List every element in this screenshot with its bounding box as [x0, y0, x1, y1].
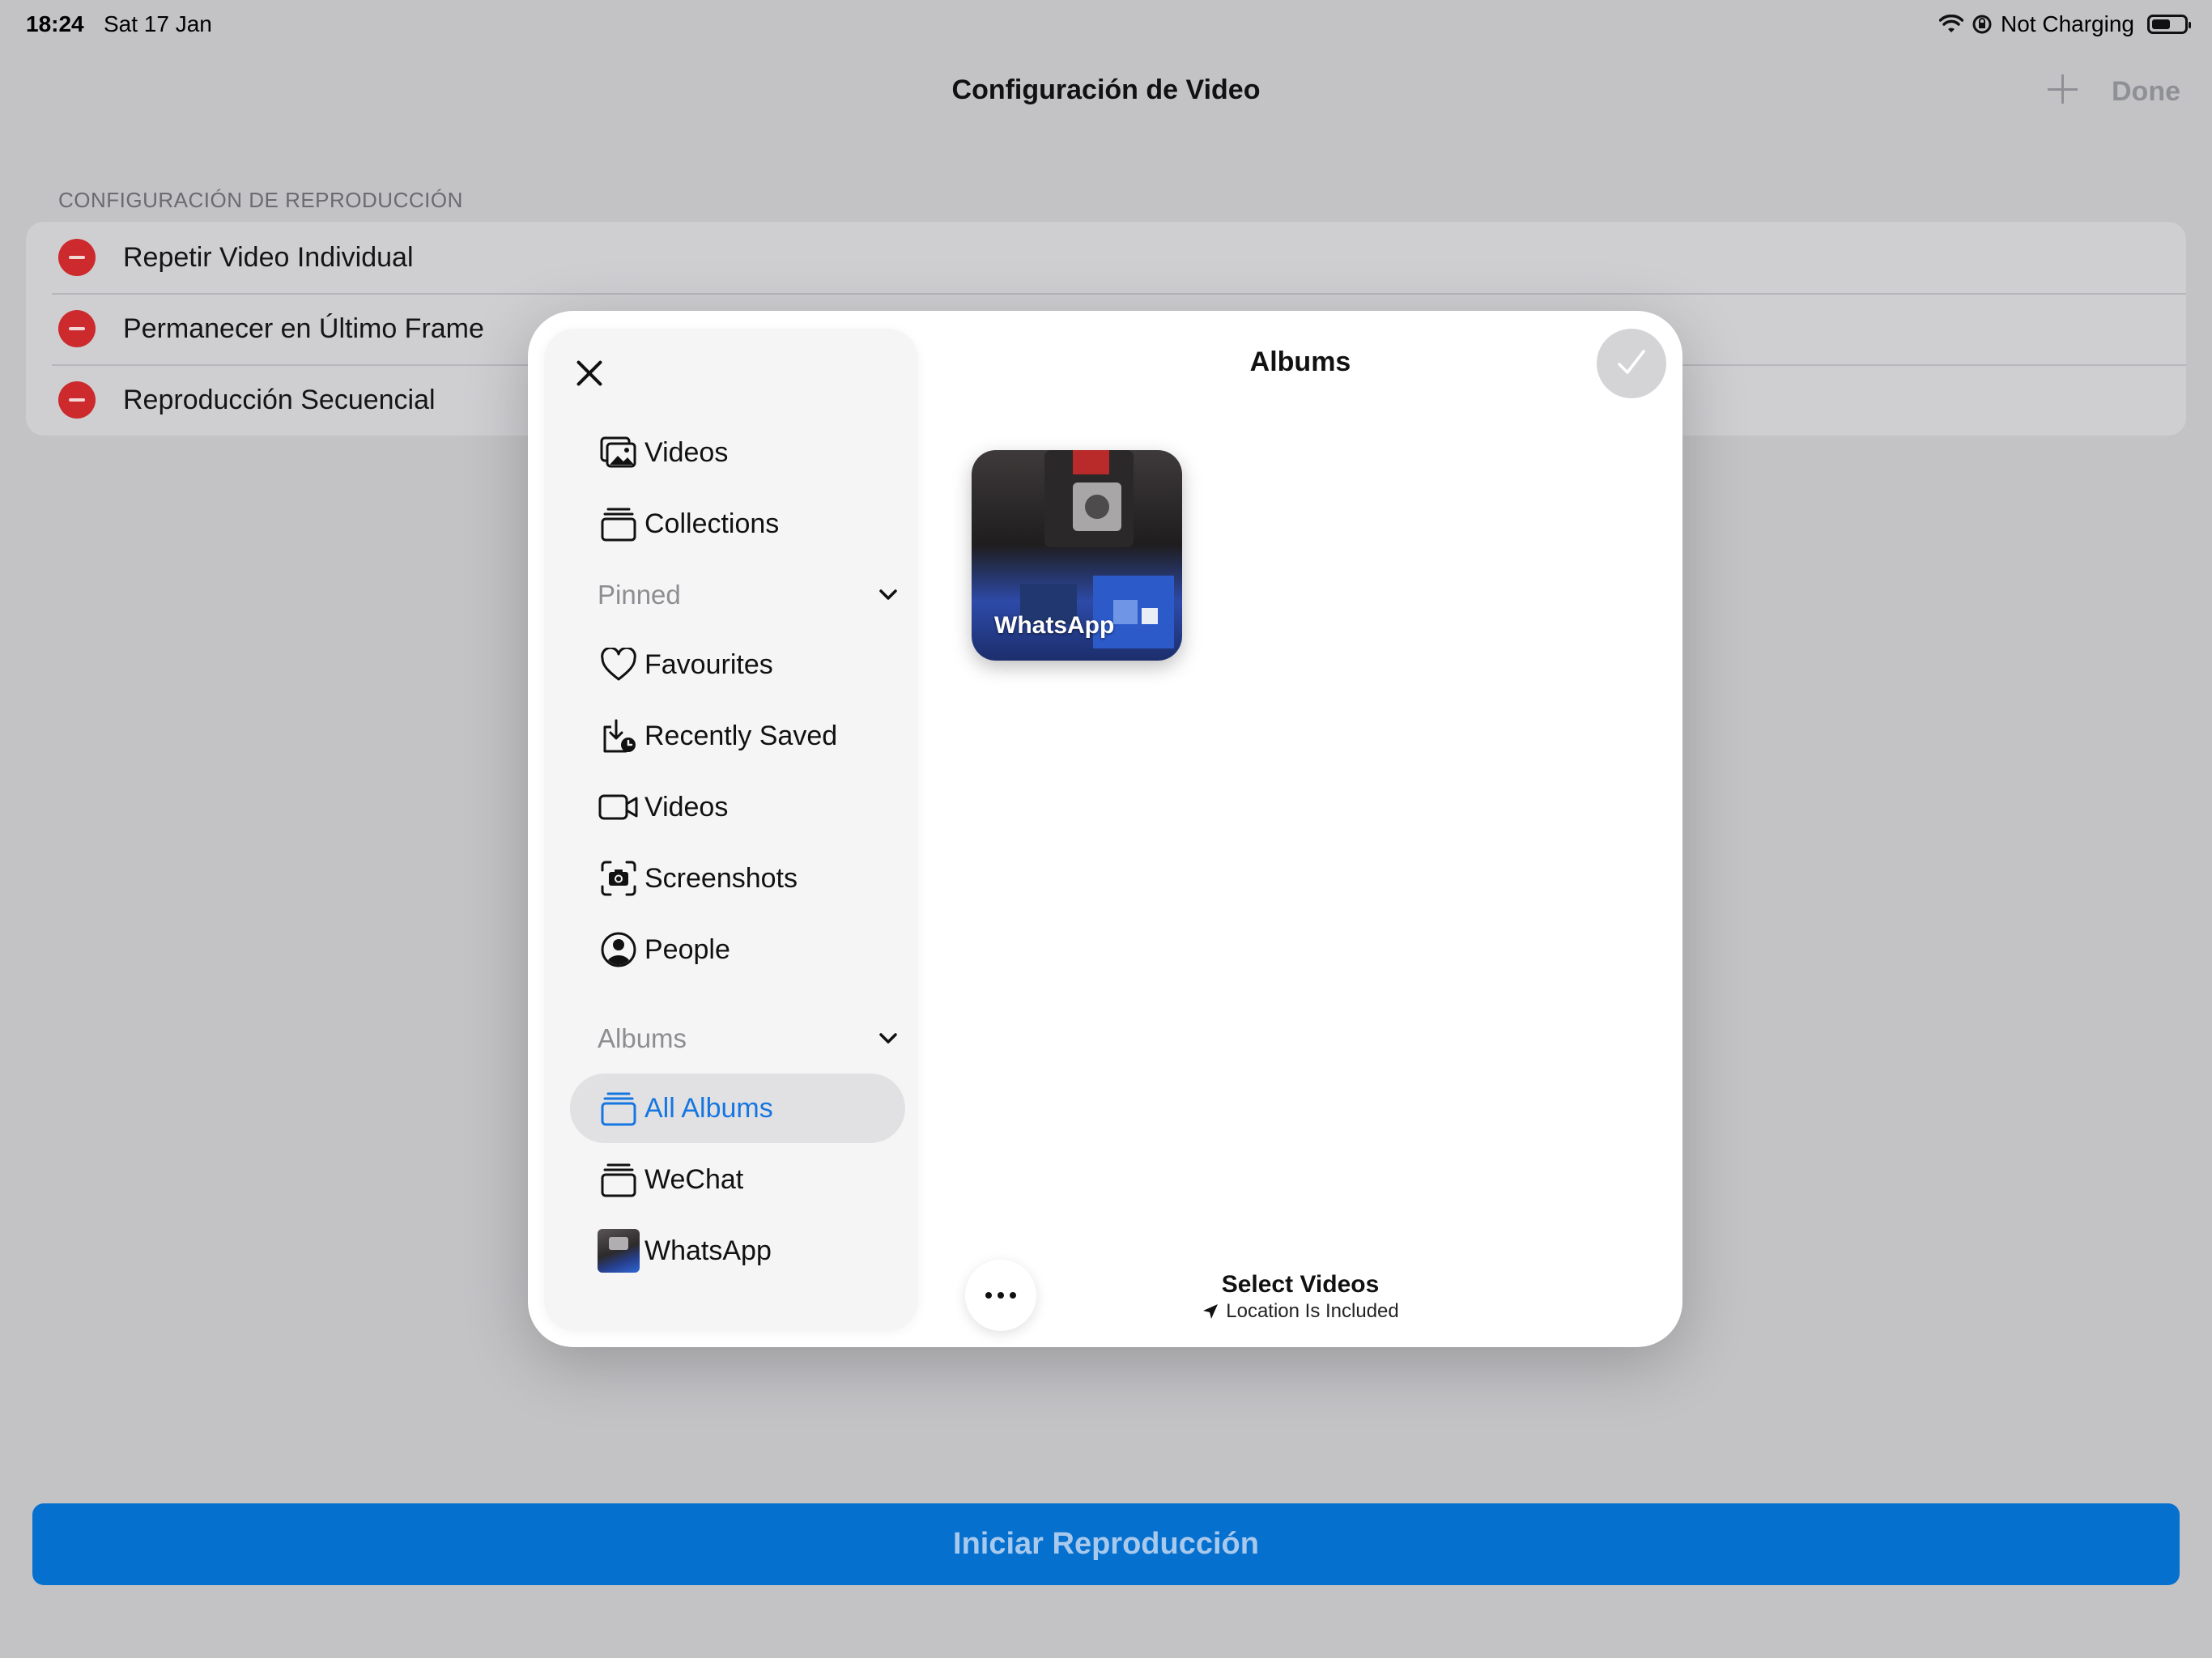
- sidebar-item-label: WhatsApp: [644, 1235, 772, 1266]
- sidebar-item-label: People: [644, 933, 730, 965]
- chevron-down-icon[interactable]: [876, 1027, 900, 1051]
- setting-label: Reproducción Secuencial: [123, 384, 436, 415]
- screen: 18:24 Sat 17 Jan Not Charging Configurac…: [0, 0, 2212, 1658]
- sidebar-item-label: Recently Saved: [644, 720, 838, 751]
- sidebar-item-collections[interactable]: Collections: [570, 489, 905, 559]
- minus-circle-icon[interactable]: [58, 239, 96, 276]
- stack-icon: [598, 1087, 640, 1129]
- album-thumbnail-image: [598, 1229, 640, 1273]
- status-date: Sat 17 Jan: [104, 11, 212, 36]
- sidebar-item-label: Screenshots: [644, 862, 798, 894]
- page-title: Configuración de Video: [951, 74, 1261, 105]
- status-time: 18:24: [26, 11, 84, 36]
- confirm-button[interactable]: [1597, 329, 1666, 398]
- download-clock-icon: [598, 715, 640, 757]
- setting-label: Permanecer en Último Frame: [123, 312, 484, 344]
- done-button[interactable]: Done: [2112, 76, 2180, 108]
- sidebar-item-label: All Albums: [644, 1092, 773, 1124]
- setting-row-repeat[interactable]: Repetir Video Individual: [26, 222, 2186, 293]
- album-tile-whatsapp[interactable]: WhatsApp: [972, 450, 1182, 661]
- wifi-icon: [1939, 15, 1964, 32]
- sidebar-item-label: Favourites: [644, 648, 773, 680]
- start-playback-button[interactable]: Iniciar Reproducción: [32, 1503, 2180, 1585]
- sidebar-item-whatsapp[interactable]: WhatsApp: [570, 1216, 905, 1286]
- album-thumbnail: [598, 1229, 640, 1273]
- albums-header[interactable]: Albums: [598, 1023, 687, 1054]
- location-arrow-icon: [1203, 1304, 1219, 1319]
- video-camera-icon: [598, 786, 640, 828]
- picker-title: Albums: [1249, 346, 1351, 377]
- orientation-lock-icon: [1972, 15, 1992, 34]
- close-icon[interactable]: [567, 350, 612, 395]
- sidebar-item-all-albums[interactable]: All Albums: [570, 1073, 905, 1143]
- stack-icon: [598, 1158, 640, 1201]
- location-text: Location Is Included: [1226, 1300, 1399, 1322]
- sidebar-item-videos[interactable]: Videos: [570, 418, 905, 487]
- album-tile-label: WhatsApp: [994, 612, 1115, 639]
- battery-status-text: Not Charging: [2001, 11, 2134, 36]
- selection-prompt: Select Videos: [1221, 1271, 1380, 1298]
- minus-circle-icon[interactable]: [58, 310, 96, 347]
- chevron-down-icon[interactable]: [876, 583, 900, 607]
- pinned-header[interactable]: Pinned: [598, 580, 681, 610]
- screenshot-icon: [598, 857, 640, 899]
- stack-icon: [598, 503, 640, 545]
- sidebar-item-screenshots[interactable]: Screenshots: [570, 844, 905, 913]
- plus-icon[interactable]: [2045, 71, 2081, 107]
- person-circle-icon: [598, 929, 640, 971]
- sidebar-item-label: Videos: [644, 436, 729, 468]
- heart-icon: [598, 644, 640, 686]
- picker-sidebar: Videos Collections Pinned Favourites Rec…: [544, 329, 918, 1331]
- status-indicators: Not Charging: [1939, 11, 2191, 37]
- sidebar-item-label: Collections: [644, 508, 780, 539]
- sidebar-item-favourites[interactable]: Favourites: [570, 630, 905, 699]
- photo-library-icon: [598, 432, 640, 474]
- sidebar-item-wechat[interactable]: WeChat: [570, 1145, 905, 1214]
- sidebar-item-label: WeChat: [644, 1163, 744, 1195]
- minus-circle-icon[interactable]: [58, 381, 96, 419]
- sidebar-item-label: Videos: [644, 791, 729, 823]
- sidebar-item-people[interactable]: People: [570, 915, 905, 984]
- album-picker-modal: Videos Collections Pinned Favourites Rec…: [528, 311, 1682, 1347]
- checkmark-icon: [1618, 350, 1645, 374]
- sidebar-item-recently-saved[interactable]: Recently Saved: [570, 701, 905, 771]
- status-bar: 18:24 Sat 17 Jan Not Charging: [0, 0, 2212, 52]
- sidebar-item-pinned-videos[interactable]: Videos: [570, 772, 905, 842]
- setting-label: Repetir Video Individual: [123, 241, 414, 273]
- section-header: CONFIGURACIÓN DE REPRODUCCIÓN: [58, 188, 463, 212]
- battery-icon: [2147, 15, 2191, 34]
- location-info: Location Is Included: [918, 1300, 1682, 1323]
